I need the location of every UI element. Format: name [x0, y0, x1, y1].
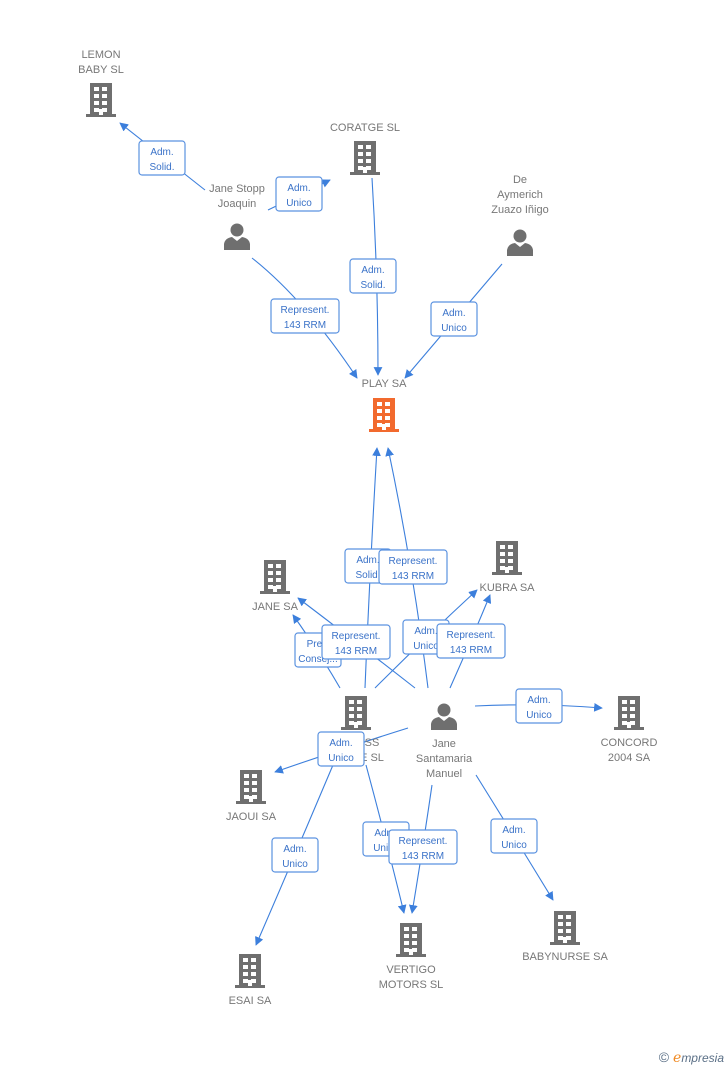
relation-label-text: Unico: [286, 198, 312, 209]
person-icon[interactable]: [507, 229, 533, 257]
relation-label-text: Adm.: [442, 308, 465, 319]
relation-label-text: Adm.: [527, 695, 550, 706]
relation-label-text: Adm.: [283, 844, 306, 855]
node-label-aymerich[interactable]: De: [513, 174, 527, 186]
relation-label[interactable]: Represent. 143 RRM: [321, 624, 391, 660]
building-icon[interactable]: [550, 911, 580, 945]
node-label-janesa[interactable]: JANE SA: [252, 601, 299, 613]
node-label-lemon[interactable]: LEMON: [81, 49, 120, 61]
node-label-vertigo[interactable]: MOTORS SL: [379, 979, 444, 991]
relation-label-text: Adm.: [502, 825, 525, 836]
relation-label[interactable]: Adm. Unico: [490, 818, 538, 854]
node-label-stopp[interactable]: Jane Stopp: [209, 183, 265, 195]
relation-label-text: Adm.: [329, 738, 352, 749]
building-icon[interactable]: [369, 398, 399, 432]
relation-label[interactable]: Represent. 143 RRM: [378, 549, 448, 585]
relation-label-text: 143 RRM: [392, 571, 434, 582]
node-label-esai[interactable]: ESAI SA: [229, 995, 272, 1007]
relation-label-text: 143 RRM: [284, 320, 326, 331]
relation-label-text: Represent.: [332, 631, 381, 642]
node-label-santamaria[interactable]: Santamaria: [416, 753, 473, 765]
node-label-coratge[interactable]: CORATGE SL: [330, 122, 400, 134]
relation-label[interactable]: Represent. 143 RRM: [388, 829, 458, 865]
relation-label-text: Solid.: [360, 280, 385, 291]
relation-label-text: Unico: [526, 710, 552, 721]
building-icon[interactable]: [492, 541, 522, 575]
relation-label-text: Represent.: [389, 556, 438, 567]
network-graph: LEMON BABY SL CORATGE SL Jane Stopp Joaquin D…: [78, 49, 658, 1007]
relation-label-text: 143 RRM: [335, 646, 377, 657]
relation-label-text: Adm.: [287, 183, 310, 194]
node-label-aymerich[interactable]: Aymerich: [497, 189, 543, 201]
relation-label[interactable]: Adm. Solid.: [138, 140, 186, 176]
relation-label[interactable]: Represent. 143 RRM: [436, 623, 506, 659]
relation-label-text: Unico: [501, 840, 527, 851]
relation-label-text: Adm.: [356, 555, 379, 566]
building-icon[interactable]: [86, 83, 116, 117]
node-label-vertigo[interactable]: VERTIGO: [386, 964, 436, 976]
building-icon[interactable]: [341, 696, 371, 730]
building-icon[interactable]: [350, 141, 380, 175]
relation-label[interactable]: Adm. Unico: [271, 837, 319, 873]
relation-label-text: Adm.: [414, 626, 437, 637]
relation-label-text: Solid.: [355, 570, 380, 581]
building-icon[interactable]: [236, 770, 266, 804]
node-label-center[interactable]: SS: [365, 737, 380, 749]
node-label-kubra[interactable]: KUBRA SA: [479, 582, 535, 594]
relation-label-text: Unico: [282, 859, 308, 870]
relation-label-text: 143 RRM: [402, 851, 444, 862]
building-icon[interactable]: [260, 560, 290, 594]
relation-label[interactable]: Adm. Unico: [317, 731, 365, 767]
relation-label[interactable]: Adm. Unico: [275, 176, 323, 212]
node-label-stopp[interactable]: Joaquin: [218, 198, 257, 210]
relation-label[interactable]: Adm. Unico: [515, 688, 563, 724]
relation-label-text: Adm.: [361, 265, 384, 276]
relation-label-text: Solid.: [149, 162, 174, 173]
relation-label-text: Unico: [441, 323, 467, 334]
node-label-lemon[interactable]: BABY SL: [78, 64, 124, 76]
building-icon[interactable]: [235, 954, 265, 988]
node-label-santamaria[interactable]: Jane: [432, 738, 456, 750]
person-icon[interactable]: [224, 223, 250, 251]
node-label-concord[interactable]: 2004 SA: [608, 752, 651, 764]
relation-label-text: Unico: [328, 753, 354, 764]
node-label-babynurse[interactable]: BABYNURSE SA: [522, 951, 608, 963]
relation-label-text: Represent.: [399, 836, 448, 847]
node-label-santamaria[interactable]: Manuel: [426, 768, 462, 780]
relation-label[interactable]: Represent. 143 RRM: [270, 298, 340, 334]
node-label-play[interactable]: PLAY SA: [362, 378, 408, 390]
relation-label[interactable]: Adm. Unico: [430, 301, 478, 337]
relation-label[interactable]: Adm. Solid.: [349, 258, 397, 294]
node-label-aymerich[interactable]: Zuazo Iñigo: [491, 204, 548, 216]
relation-label-text: Unico: [413, 641, 439, 652]
building-icon[interactable]: [396, 923, 426, 957]
relation-label-text: 143 RRM: [450, 645, 492, 656]
node-label-jaoui[interactable]: JAOUI SA: [226, 811, 277, 823]
relation-label-text: Represent.: [447, 630, 496, 641]
relation-label-text: Represent.: [281, 305, 330, 316]
relation-label-text: Adm.: [150, 147, 173, 158]
empresia-logo: © empresia: [658, 1049, 724, 1066]
node-label-concord[interactable]: CONCORD: [601, 737, 658, 749]
copyright-icon: ©: [658, 1049, 670, 1065]
person-icon[interactable]: [431, 703, 457, 731]
building-icon[interactable]: [614, 696, 644, 730]
